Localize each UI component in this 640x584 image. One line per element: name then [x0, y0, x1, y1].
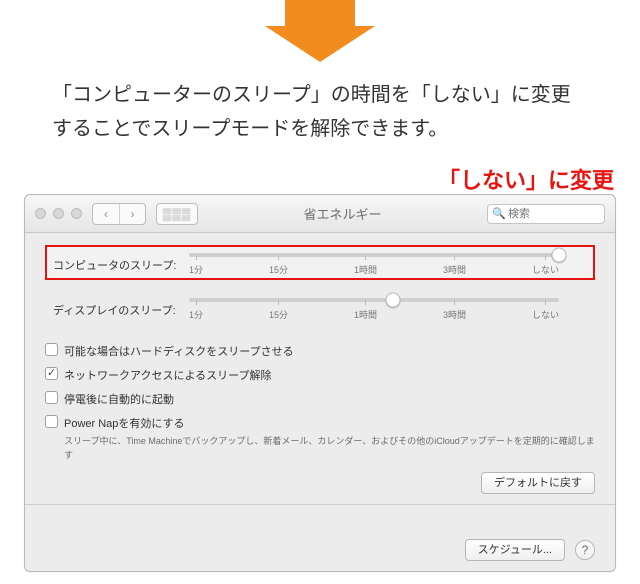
- tick-label: 1時間: [354, 308, 377, 321]
- checkbox-description: スリープ中に、Time Machineでバックアップし、新着メール、カレンダー、…: [64, 435, 595, 462]
- schedule-button[interactable]: スケジュール...: [465, 539, 565, 561]
- checkbox[interactable]: [45, 367, 58, 380]
- display-sleep-label: ディスプレイのスリープ:: [53, 302, 181, 318]
- tick-label: しない: [532, 263, 559, 276]
- energy-saver-window: ‹ › ▒▒▒ 省エネルギー 🔍 コンピュータのスリープ: 1分 15分: [24, 194, 616, 572]
- display-sleep-ticks: 1分 15分 1時間 3時間 しない: [189, 308, 559, 321]
- instruction-text: 「コンピューターのスリープ」の時間を「しない」に変更することでスリープモードを解…: [52, 78, 588, 146]
- back-icon[interactable]: ‹: [93, 204, 119, 224]
- computer-sleep-slider[interactable]: [189, 253, 559, 257]
- window-content: コンピュータのスリープ: 1分 15分 1時間 3時間 しない: [25, 233, 615, 571]
- checkbox[interactable]: [45, 415, 58, 428]
- checkbox-row: Power Napを有効にする: [45, 415, 595, 431]
- tick-label: しない: [532, 308, 559, 321]
- search-icon: 🔍: [492, 207, 506, 220]
- tick-label: 1分: [189, 308, 203, 321]
- computer-sleep-label: コンピュータのスリープ:: [53, 257, 181, 273]
- tick-label: 3時間: [443, 308, 466, 321]
- divider: [25, 504, 615, 505]
- restore-defaults-button[interactable]: デフォルトに戻す: [481, 472, 595, 494]
- show-all-button[interactable]: ▒▒▒: [156, 203, 198, 225]
- window-titlebar: ‹ › ▒▒▒ 省エネルギー 🔍: [25, 195, 615, 233]
- zoom-icon[interactable]: [71, 208, 82, 219]
- computer-sleep-knob[interactable]: [552, 248, 567, 263]
- window-title: 省エネルギー: [208, 204, 477, 223]
- checkbox-row: 可能な場合はハードディスクをスリープさせる: [45, 343, 595, 359]
- checkbox-row: 停電後に自動的に起動: [45, 391, 595, 407]
- computer-sleep-row: コンピュータのスリープ: 1分 15分 1時間 3時間 しない: [45, 245, 595, 280]
- help-button[interactable]: ?: [575, 540, 595, 560]
- tick-label: 3時間: [443, 263, 466, 276]
- tick-label: 15分: [269, 308, 288, 321]
- attention-arrow-top: [265, 0, 375, 62]
- minimize-icon[interactable]: [53, 208, 64, 219]
- close-icon[interactable]: [35, 208, 46, 219]
- checkbox-label: ネットワークアクセスによるスリープ解除: [64, 367, 271, 383]
- back-forward-segment[interactable]: ‹ ›: [92, 203, 146, 225]
- callout-label: 「しない」に変更: [438, 163, 614, 195]
- forward-icon[interactable]: ›: [119, 204, 145, 224]
- search-field-wrap: 🔍: [487, 204, 605, 224]
- display-sleep-knob[interactable]: [385, 293, 400, 308]
- checkbox-label: 可能な場合はハードディスクをスリープさせる: [64, 343, 294, 359]
- checkbox[interactable]: [45, 391, 58, 404]
- computer-sleep-ticks: 1分 15分 1時間 3時間 しない: [189, 263, 559, 276]
- checkbox-label: Power Napを有効にする: [64, 415, 185, 431]
- tick-label: 1時間: [354, 263, 377, 276]
- display-sleep-slider[interactable]: [189, 298, 559, 302]
- checkbox-row: ネットワークアクセスによるスリープ解除: [45, 367, 595, 383]
- checkbox[interactable]: [45, 343, 58, 356]
- options-checkbox-group: 可能な場合はハードディスクをスリープさせるネットワークアクセスによるスリープ解除…: [45, 343, 595, 462]
- display-sleep-row: ディスプレイのスリープ: 1分 15分 1時間 3時間 しない: [45, 290, 595, 325]
- tick-label: 15分: [269, 263, 288, 276]
- checkbox-label: 停電後に自動的に起動: [64, 391, 174, 407]
- traffic-lights: [35, 208, 82, 219]
- tick-label: 1分: [189, 263, 203, 276]
